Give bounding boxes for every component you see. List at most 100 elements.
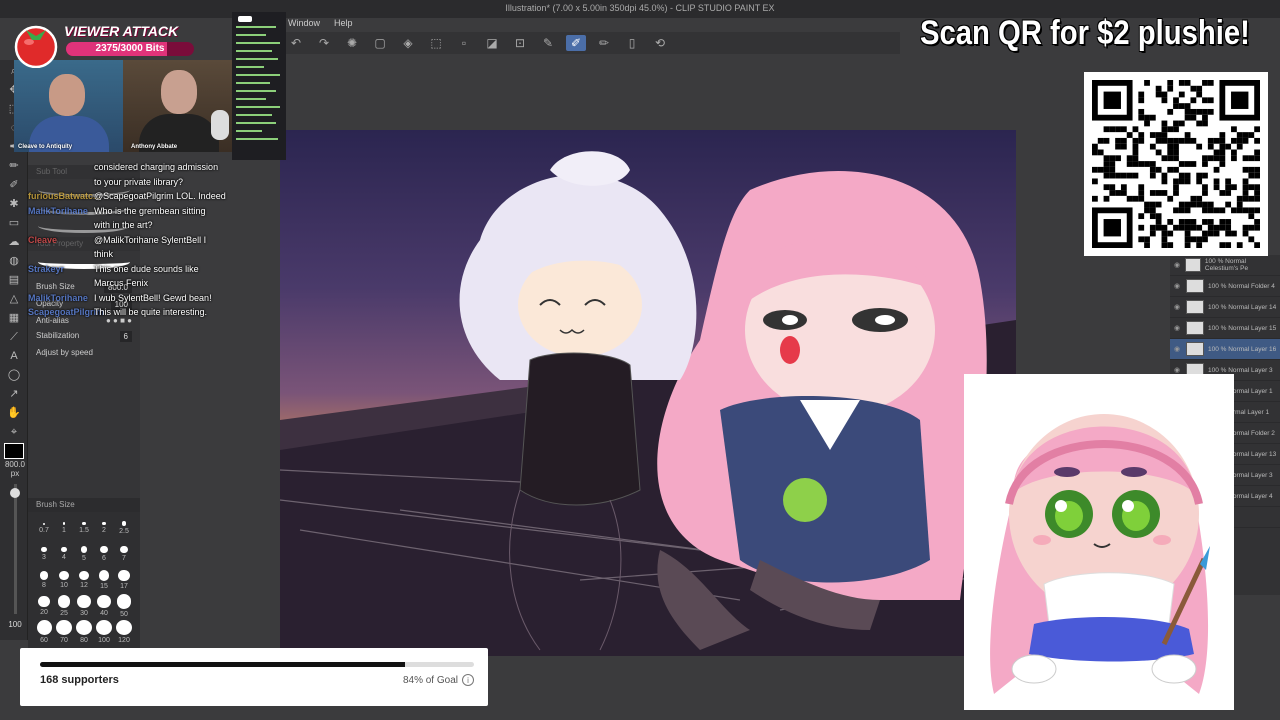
brush-size-option[interactable]: 10 — [54, 568, 74, 592]
pencil-tool-icon[interactable]: ✏ — [4, 158, 24, 174]
info-icon[interactable]: i — [462, 674, 474, 686]
brush-size-option[interactable]: 1.5 — [74, 516, 94, 540]
layer-name: 100 % Normal Folder 4 — [1208, 282, 1275, 290]
hand-tool-icon[interactable]: ✋ — [4, 405, 24, 421]
frame-tool-icon[interactable]: ▦ — [4, 310, 24, 326]
layer-row[interactable]: ◉ 100 % Normal Layer 15 — [1170, 318, 1280, 339]
device-icon[interactable]: ▯ — [622, 35, 642, 51]
brush-size-label: 12 — [80, 582, 88, 590]
brush-size-label: 2.5 — [119, 527, 129, 535]
layer-row[interactable]: ◉ 100 % Normal Layer 14 — [1170, 297, 1280, 318]
crop-icon[interactable]: ⊡ — [510, 35, 530, 51]
brush-size-dot — [38, 595, 50, 608]
qr-headline: Scan QR for $2 plushie! — [920, 14, 1250, 52]
brush-size-option[interactable]: 40 — [94, 594, 114, 618]
brush-size-dot — [56, 620, 72, 635]
brush-size-option[interactable]: 30 — [74, 594, 94, 618]
blend-tool-icon[interactable]: ☁ — [4, 234, 24, 250]
pen-icon[interactable]: ✎ — [538, 35, 558, 51]
color-swatch[interactable] — [4, 443, 24, 459]
stabilization-row[interactable]: Stabilization 6 — [28, 328, 140, 345]
mascot-overlay — [964, 374, 1234, 710]
eraser-tool-icon[interactable]: ▭ — [4, 215, 24, 231]
brush-size-option[interactable]: 7 — [114, 542, 134, 566]
menu-help[interactable]: Help — [334, 18, 353, 32]
brush-size-option[interactable]: 100 — [94, 620, 114, 644]
brush-size-option[interactable]: 12 — [74, 568, 94, 592]
slider-knob[interactable] — [10, 488, 20, 498]
brush-size-option[interactable]: 8 — [34, 568, 54, 592]
line-tool-icon[interactable]: ↗ — [4, 386, 24, 402]
brush-size-label: 30 — [80, 610, 88, 618]
help-icon[interactable]: ⟲ — [650, 35, 670, 51]
eye-icon[interactable]: ◉ — [1174, 324, 1182, 332]
stabilization-value[interactable]: 6 — [119, 331, 132, 342]
pencil-icon[interactable]: ✏ — [594, 35, 614, 51]
brush-size-dot — [96, 620, 112, 635]
brush-tool-icon[interactable]: ✐ — [4, 177, 24, 193]
brush-size-option[interactable]: 70 — [54, 620, 74, 644]
settings-icon[interactable]: ✺ — [342, 35, 362, 51]
brush-size-slider[interactable]: 800.0 px 100 — [2, 460, 28, 640]
brush-size-option[interactable]: 25 — [54, 594, 74, 618]
eye-icon[interactable]: ◉ — [1174, 366, 1182, 374]
invert-selection-icon[interactable]: ◪ — [482, 35, 502, 51]
command-bar: ↶ ↷ ✺ ▢ ◈ ⬚ ▫ ◪ ⊡ ✎ ✐ ✏ ▯ ⟲ — [280, 32, 900, 54]
brush-size-option[interactable]: 60 — [34, 620, 54, 644]
brush-size-option[interactable]: 3 — [34, 542, 54, 566]
brush-size-option[interactable]: 2 — [94, 516, 114, 540]
layer-name: 100 % Normal Celestium's Pe — [1204, 258, 1249, 272]
brush-size-option[interactable]: 15 — [94, 568, 114, 592]
brush-size-option[interactable]: 0.7 — [34, 516, 54, 540]
layer-row[interactable]: ◉ 100 % Normal Celestium's Pe — [1170, 255, 1280, 276]
gradient-tool-icon[interactable]: ▤ — [4, 272, 24, 288]
fill-icon[interactable]: ◈ — [398, 35, 418, 51]
text-tool-icon[interactable]: A — [4, 348, 24, 364]
menu-window[interactable]: Window — [288, 18, 320, 32]
transform-icon[interactable]: ⬚ — [426, 35, 446, 51]
webcam-feed-right: Anthony Abbate — [123, 60, 232, 152]
clear-icon[interactable]: ▢ — [370, 35, 390, 51]
brush-size-dot — [79, 570, 89, 581]
layer-row[interactable]: ◉ 100 % Normal Layer 16 — [1170, 339, 1280, 360]
brush-size-dot — [82, 521, 86, 526]
fill-tool-icon[interactable]: ◍ — [4, 253, 24, 269]
eye-icon[interactable]: ◉ — [1174, 345, 1182, 353]
brush-size-label: 15 — [100, 582, 108, 590]
brush-size-option[interactable]: 1 — [54, 516, 74, 540]
balloon-tool-icon[interactable]: ◯ — [4, 367, 24, 383]
brush-size-option[interactable]: 4 — [54, 542, 74, 566]
eyedropper-tool-icon[interactable]: ⌖ — [4, 424, 24, 440]
redo-icon[interactable]: ↷ — [314, 35, 334, 51]
brush-size-panel: Brush Size 0.7 1 1.5 2 2.5 3 4 5 6 7 8 10 12 15 17 20 25… — [28, 498, 140, 648]
adjust-speed-row[interactable]: Adjust by speed — [28, 345, 140, 360]
qr-code[interactable] — [1084, 72, 1268, 256]
airbrush-tool-icon[interactable]: ✱ — [4, 196, 24, 212]
undo-icon[interactable]: ↶ — [286, 35, 306, 51]
brush-size-option[interactable]: 120 — [114, 620, 134, 644]
layer-row[interactable]: ◉ 100 % Normal Folder 4 — [1170, 276, 1280, 297]
eye-icon[interactable]: ◉ — [1174, 282, 1182, 290]
brush-size-option[interactable]: 6 — [94, 542, 114, 566]
brush-size-dot — [121, 521, 127, 526]
ruler-tool-icon[interactable]: ⟋ — [4, 329, 24, 345]
brush-size-option[interactable]: 2.5 — [114, 516, 134, 540]
brush-size-label: 5 — [82, 554, 86, 562]
brush-size-option[interactable]: 5 — [74, 542, 94, 566]
brush-size-option[interactable]: 50 — [114, 594, 134, 618]
brush-size-option[interactable]: 20 — [34, 594, 54, 618]
chat-username: furiousBatwatc... — [28, 191, 101, 201]
chat-message: furiousBatwatc... @ScapegoatPilgrim LOL. … — [28, 189, 258, 204]
tomato-icon — [14, 25, 58, 68]
chat-window-thumbnail — [232, 12, 286, 160]
slider-track[interactable] — [10, 484, 20, 614]
drawing-canvas[interactable] — [280, 130, 1016, 656]
brush-icon[interactable]: ✐ — [566, 35, 586, 51]
figure-tool-icon[interactable]: △ — [4, 291, 24, 307]
eye-icon[interactable]: ◉ — [1174, 261, 1181, 269]
brush-size-option[interactable]: 17 — [114, 568, 134, 592]
chat-username: Cleave — [28, 234, 58, 245]
brush-size-option[interactable]: 80 — [74, 620, 94, 644]
eye-icon[interactable]: ◉ — [1174, 303, 1182, 311]
deselect-icon[interactable]: ▫ — [454, 35, 474, 51]
